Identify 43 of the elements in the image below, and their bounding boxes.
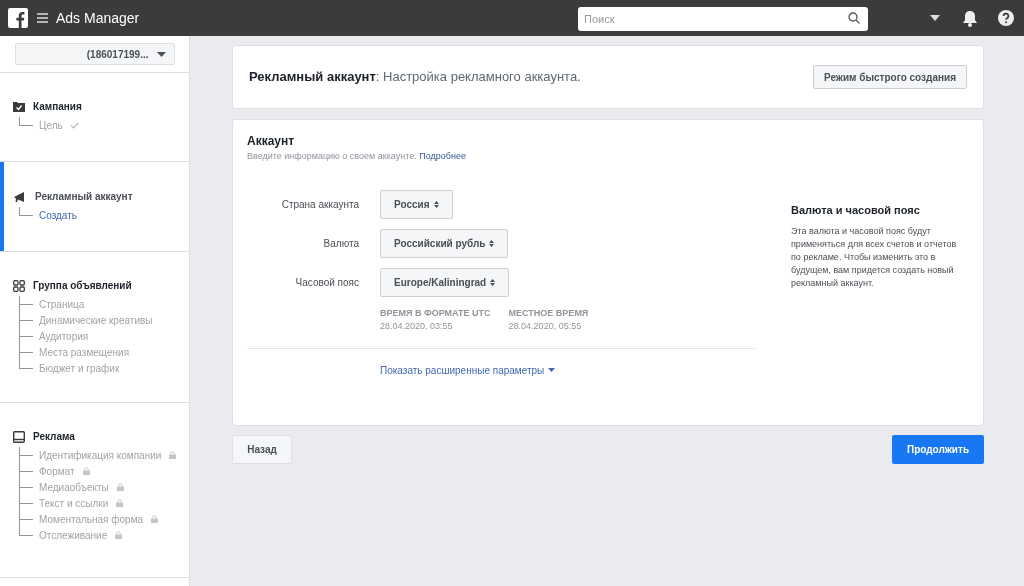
sort-arrows-icon — [490, 278, 496, 286]
field-label: Часовой пояс — [294, 275, 359, 290]
page-heading: Рекламный аккаунт: Настройка рекламного аккаунта. — [249, 68, 581, 87]
logo-icon[interactable] — [8, 8, 28, 28]
tablet-icon — [13, 430, 25, 443]
search-icon[interactable] — [848, 12, 860, 24]
notification-bell-icon[interactable] — [962, 9, 978, 27]
card-subtitle: Введите информацию о своем аккаунте. Подробнее — [247, 150, 467, 163]
sidebar-section-title[interactable]: Рекламный аккаунт — [35, 189, 133, 204]
sidebar-section-title[interactable]: Группа объявлений — [33, 278, 132, 293]
card-title: Аккаунт — [247, 133, 296, 150]
quick-mode-button[interactable]: Режим быстрого создания — [812, 65, 967, 89]
menu-icon[interactable] — [37, 13, 48, 23]
time-heading: ВРЕМЯ В ФОРМАТЕ UTC — [380, 306, 491, 320]
continue-button[interactable]: Продолжить — [892, 435, 984, 464]
sort-arrows-icon — [489, 239, 495, 247]
caret-icon — [156, 51, 166, 57]
caret-icon — [548, 368, 556, 372]
sidebar-section-title[interactable]: Реклама — [33, 429, 75, 444]
learn-more-link[interactable]: Подробнее — [419, 151, 466, 161]
info-title: Валюта и часовой пояс — [791, 203, 921, 218]
checked-folder-icon — [13, 101, 25, 112]
grid-icon — [13, 279, 25, 292]
app-title: Ads Manager — [56, 8, 140, 28]
time-value: 28.04.2020, 05:55 — [508, 320, 583, 333]
help-icon[interactable] — [998, 10, 1014, 26]
sort-arrows-icon — [433, 200, 439, 208]
time-value: 28.04.2020, 03:55 — [380, 320, 454, 333]
select-dropdown[interactable]: Europe/Kaliningrad — [380, 267, 510, 297]
advanced-settings-link[interactable]: Показать расширенные параметры — [380, 362, 545, 378]
megaphone-icon — [13, 190, 27, 203]
select-dropdown[interactable]: Российский рубль — [380, 228, 509, 258]
back-button[interactable]: Назад — [232, 435, 292, 464]
sidebar-step[interactable]: Создать — [39, 207, 77, 223]
search-field[interactable]: Поиск — [578, 7, 868, 31]
info-text: Эта валюта и часовой пояс будут применяться для всех счетов и отчетов по рекламе. Чтобы изменить это в будущем, вам придется создать новый рекламный аккаунт. — [791, 224, 958, 290]
dropdown-caret-icon[interactable] — [930, 15, 940, 21]
select-dropdown[interactable]: Россия — [380, 189, 453, 219]
account-selector[interactable]: (186017199... — [14, 43, 175, 65]
time-heading: МЕСТНОЕ ВРЕМЯ — [508, 306, 589, 320]
field-label: Валюта — [322, 236, 359, 251]
sidebar-section-title[interactable]: Кампания — [33, 99, 82, 114]
field-label: Страна аккаунта — [280, 197, 359, 212]
